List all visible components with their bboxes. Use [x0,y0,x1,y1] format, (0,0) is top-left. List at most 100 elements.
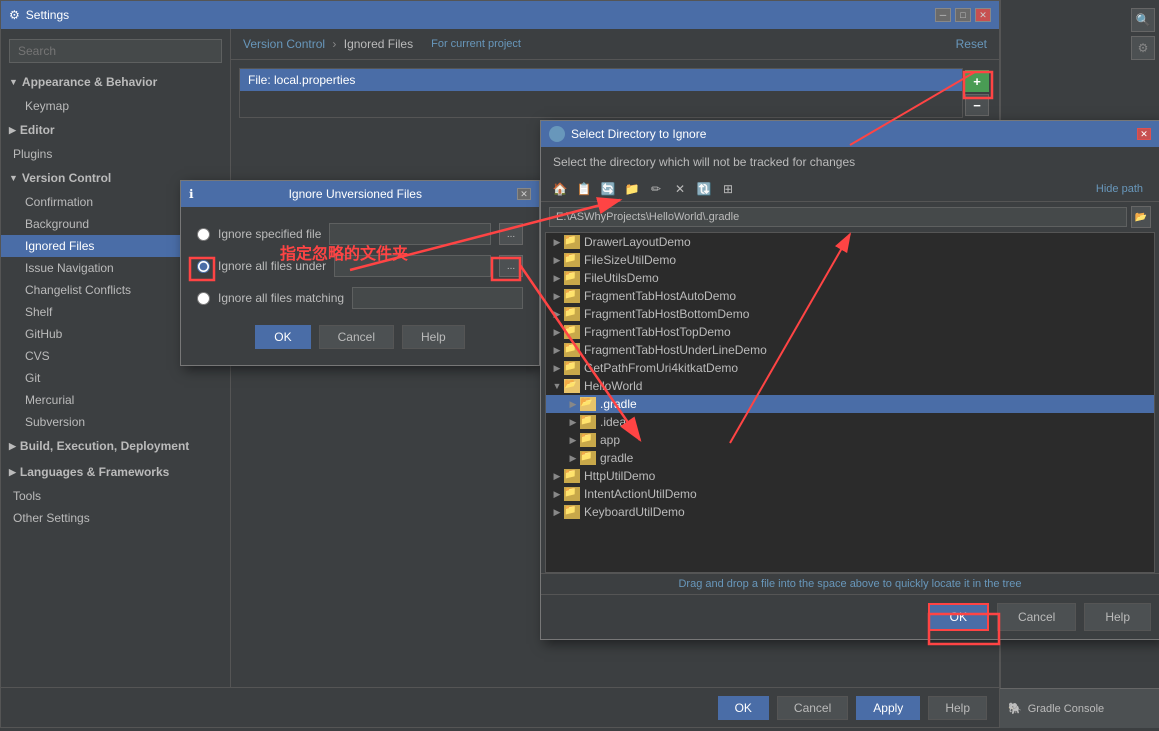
all-files-input[interactable] [334,255,491,277]
maximize-button[interactable]: □ [955,8,971,22]
browse-btn-1[interactable]: ... [499,223,523,245]
list-icon[interactable]: 📋 [573,179,595,199]
folder-closed-icon: 📁 [564,307,580,321]
dir-path-input[interactable] [549,207,1127,227]
dir-bottom-buttons: OK Cancel Help [541,594,1159,639]
tree-item-helloworld[interactable]: ▼ 📂 HelloWorld [546,377,1154,395]
radio-all-matching[interactable] [197,292,210,305]
radio-row-2: Ignore all files under ... [197,255,523,277]
remove-button[interactable]: − [965,94,989,116]
search-icon[interactable]: 🔍 [1131,8,1155,32]
ignore-ok-button[interactable]: OK [255,325,310,349]
tree-item[interactable]: ▶ 📁 KeyboardUtilDemo [546,503,1154,521]
sync-icon[interactable]: 🔃 [693,179,715,199]
hide-path-link[interactable]: Hide path [1096,183,1151,195]
tree-item[interactable]: ▶ 📁 FragmentTabHostTopDemo [546,323,1154,341]
tree-toggle-icon: ▶ [550,255,564,266]
reset-button[interactable]: Reset [956,37,987,51]
tree-item-gradle2[interactable]: ▶ 📁 gradle [546,449,1154,467]
ignore-dialog-close[interactable]: ✕ [517,188,531,200]
tree-toggle-icon: ▶ [550,345,564,356]
tree-item[interactable]: ▶ 📁 IntentActionUtilDemo [546,485,1154,503]
select-dir-close[interactable]: ✕ [1137,128,1151,140]
radio-specified-file[interactable] [197,228,210,241]
folder-open-icon: 📂 [564,379,580,393]
select-dir-dialog: Select Directory to Ignore ✕ Select the … [540,120,1159,640]
radio-label-2: Ignore all files under [218,259,326,273]
breadcrumb: Version Control › Ignored Files [243,37,413,51]
tree-item[interactable]: ▶ 📁 FileUtilsDemo [546,269,1154,287]
tree-item-idea[interactable]: ▶ 📁 .idea [546,413,1154,431]
dir-status-bar: Drag and drop a file into the space abov… [541,573,1159,594]
sidebar-item-appearance-behavior[interactable]: Appearance & Behavior [1,69,230,95]
dir-path-browse-btn[interactable]: 📂 [1131,206,1151,228]
sidebar-item-tools[interactable]: Tools [1,485,230,507]
sidebar-item-build-execution[interactable]: Build, Execution, Deployment [1,433,230,459]
right-panel-icons: 🔍 ⚙ [1001,0,1159,68]
delete-icon[interactable]: ✕ [669,179,691,199]
tree-item[interactable]: ▶ 📁 FileSizeUtilDemo [546,251,1154,269]
folder-closed-icon: 📁 [564,325,580,339]
tree-item-app[interactable]: ▶ 📁 app [546,431,1154,449]
select-dir-help-button[interactable]: Help [1084,603,1151,631]
tree-item[interactable]: ▶ 📁 FragmentTabHostAutoDemo [546,287,1154,305]
specified-file-input[interactable] [329,223,491,245]
sidebar-item-plugins[interactable]: Plugins [1,143,230,165]
tree-item-gradle[interactable]: ▶ 📂 .gradle [546,395,1154,413]
folder-icon[interactable]: 📁 [621,179,643,199]
minimize-button[interactable]: ─ [935,8,951,22]
ignore-cancel-button[interactable]: Cancel [319,325,394,349]
tree-toggle-icon: ▼ [550,381,564,391]
folder-closed-icon: 📁 [564,505,580,519]
sidebar-item-mercurial[interactable]: Mercurial [1,389,230,411]
ignore-help-button[interactable]: Help [402,325,465,349]
tree-item[interactable]: ▶ 📁 GetPathFromUri4kitkatDemo [546,359,1154,377]
select-dir-cancel-button[interactable]: Cancel [997,603,1076,631]
tree-toggle-icon: ▶ [550,327,564,338]
ignore-dialog-icon: ℹ [189,187,194,201]
folder-closed-icon: 📁 [564,271,580,285]
sidebar-item-languages-frameworks[interactable]: Languages & Frameworks [1,459,230,485]
tree-toggle-icon: ▶ [550,273,564,284]
sidebar-item-git[interactable]: Git [1,367,230,389]
edit-icon[interactable]: ✏ [645,179,667,199]
file-list: File: local.properties [239,68,963,118]
select-dir-subtitle: Select the directory which will not be t… [541,147,1159,177]
tree-toggle-icon: ▶ [550,291,564,302]
tree-item[interactable]: ▶ 📁 DrawerLayoutDemo [546,233,1154,251]
gradle-console-icon: 🐘 [1008,702,1022,715]
tree-item[interactable]: ▶ 📁 FragmentTabHostUnderLineDemo [546,341,1154,359]
sidebar-item-other-settings[interactable]: Other Settings [1,507,230,529]
sidebar-item-subversion[interactable]: Subversion [1,411,230,433]
add-button[interactable]: + [965,70,989,92]
apply-button[interactable]: Apply [856,696,920,720]
folder-closed-icon: 📁 [564,289,580,303]
browse-btn-2[interactable]: ... [499,255,523,277]
sidebar-item-keymap[interactable]: Keymap [1,95,230,117]
search-input[interactable] [9,39,222,63]
cancel-button[interactable]: Cancel [777,696,848,720]
radio-all-files-under[interactable] [197,260,210,273]
side-buttons: + − [963,68,991,118]
grid-icon[interactable]: ⊞ [717,179,739,199]
close-button[interactable]: ✕ [975,8,991,22]
ignore-dialog-title-bar: ℹ Ignore Unversioned Files ✕ [181,181,539,207]
refresh-icon[interactable]: 🔄 [597,179,619,199]
home-icon[interactable]: 🏠 [549,179,571,199]
file-entry[interactable]: File: local.properties [240,69,962,91]
help-button[interactable]: Help [928,696,987,720]
folder-closed-icon: 📁 [564,235,580,249]
project-link[interactable]: For current project [431,38,521,50]
folder-closed-icon: 📁 [580,451,596,465]
tree-item[interactable]: ▶ 📁 HttpUtilDemo [546,467,1154,485]
ok-button[interactable]: OK [718,696,769,720]
select-dir-ok-button[interactable]: OK [928,603,989,631]
sidebar-item-editor[interactable]: Editor [1,117,230,143]
matching-input[interactable] [352,287,523,309]
gear-icon[interactable]: ⚙ [1131,36,1155,60]
tree-item[interactable]: ▶ 📁 FragmentTabHostBottomDemo [546,305,1154,323]
tree-container[interactable]: ▶ 📁 DrawerLayoutDemo ▶ 📁 FileSizeUtilDem… [545,232,1155,573]
select-dir-title: Select Directory to Ignore [571,127,706,141]
gradle-console[interactable]: 🐘 Gradle Console [1000,688,1159,728]
select-dir-icon [549,126,565,142]
